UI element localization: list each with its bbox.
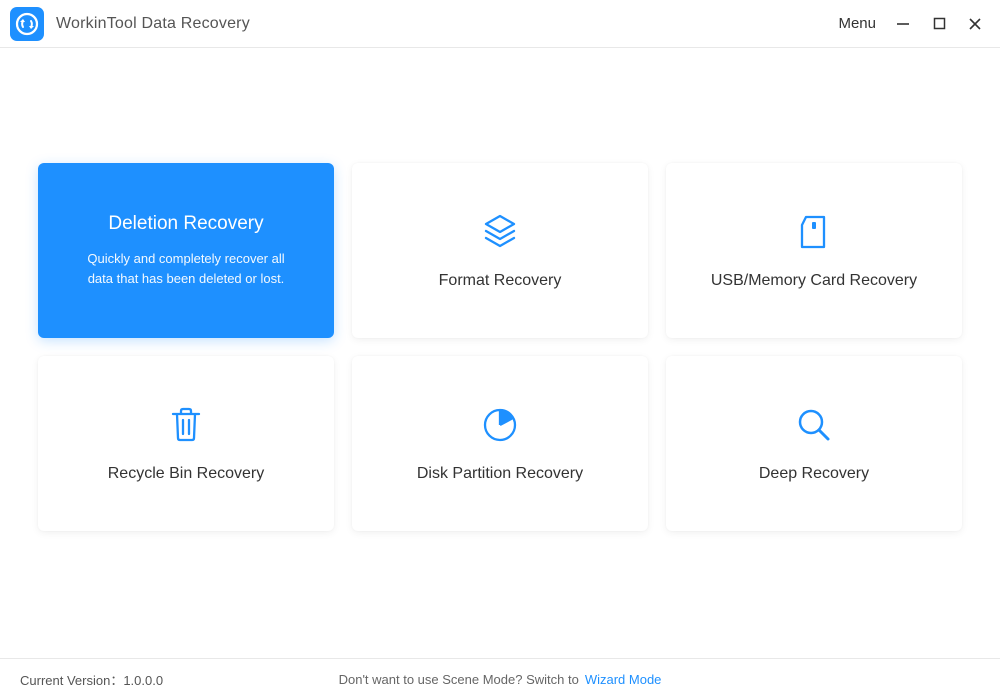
card-title: Deletion Recovery xyxy=(108,213,263,235)
card-title: USB/Memory Card Recovery xyxy=(711,272,917,290)
switch-text: Don't want to use Scene Mode? Switch to xyxy=(339,672,579,687)
version-label: Current Version：1.0.0.0 xyxy=(20,670,163,689)
card-deep-recovery[interactable]: Deep Recovery xyxy=(666,356,962,531)
main-content: Deletion Recovery Quickly and completely… xyxy=(0,48,1000,658)
card-title: Deep Recovery xyxy=(759,465,869,483)
titlebar: WorkinTool Data Recovery Menu xyxy=(0,0,1000,48)
app-logo-icon xyxy=(10,7,44,41)
sd-card-icon xyxy=(794,212,834,252)
menu-button[interactable]: Menu xyxy=(838,15,876,32)
minimize-button[interactable] xyxy=(894,15,912,33)
maximize-button[interactable] xyxy=(930,15,948,33)
footer-mode-switch: Don't want to use Scene Mode? Switch to … xyxy=(339,672,662,687)
footer: Current Version：1.0.0.0 Don't want to us… xyxy=(0,658,1000,700)
trash-icon xyxy=(166,405,206,445)
card-disk-partition-recovery[interactable]: Disk Partition Recovery xyxy=(352,356,648,531)
window-controls xyxy=(894,15,984,33)
card-title: Recycle Bin Recovery xyxy=(108,465,265,483)
wizard-mode-link[interactable]: Wizard Mode xyxy=(585,672,662,687)
card-deletion-recovery[interactable]: Deletion Recovery Quickly and completely… xyxy=(38,163,334,338)
pie-chart-icon xyxy=(480,405,520,445)
card-title: Format Recovery xyxy=(439,272,562,290)
layers-icon xyxy=(480,212,520,252)
card-recycle-bin-recovery[interactable]: Recycle Bin Recovery xyxy=(38,356,334,531)
card-format-recovery[interactable]: Format Recovery xyxy=(352,163,648,338)
close-button[interactable] xyxy=(966,15,984,33)
card-title: Disk Partition Recovery xyxy=(417,465,583,483)
magnify-icon xyxy=(794,405,834,445)
recovery-grid: Deletion Recovery Quickly and completely… xyxy=(38,163,962,531)
card-usb-recovery[interactable]: USB/Memory Card Recovery xyxy=(666,163,962,338)
card-description: Quickly and completely recover all data … xyxy=(58,249,314,288)
app-title: WorkinTool Data Recovery xyxy=(56,15,250,33)
